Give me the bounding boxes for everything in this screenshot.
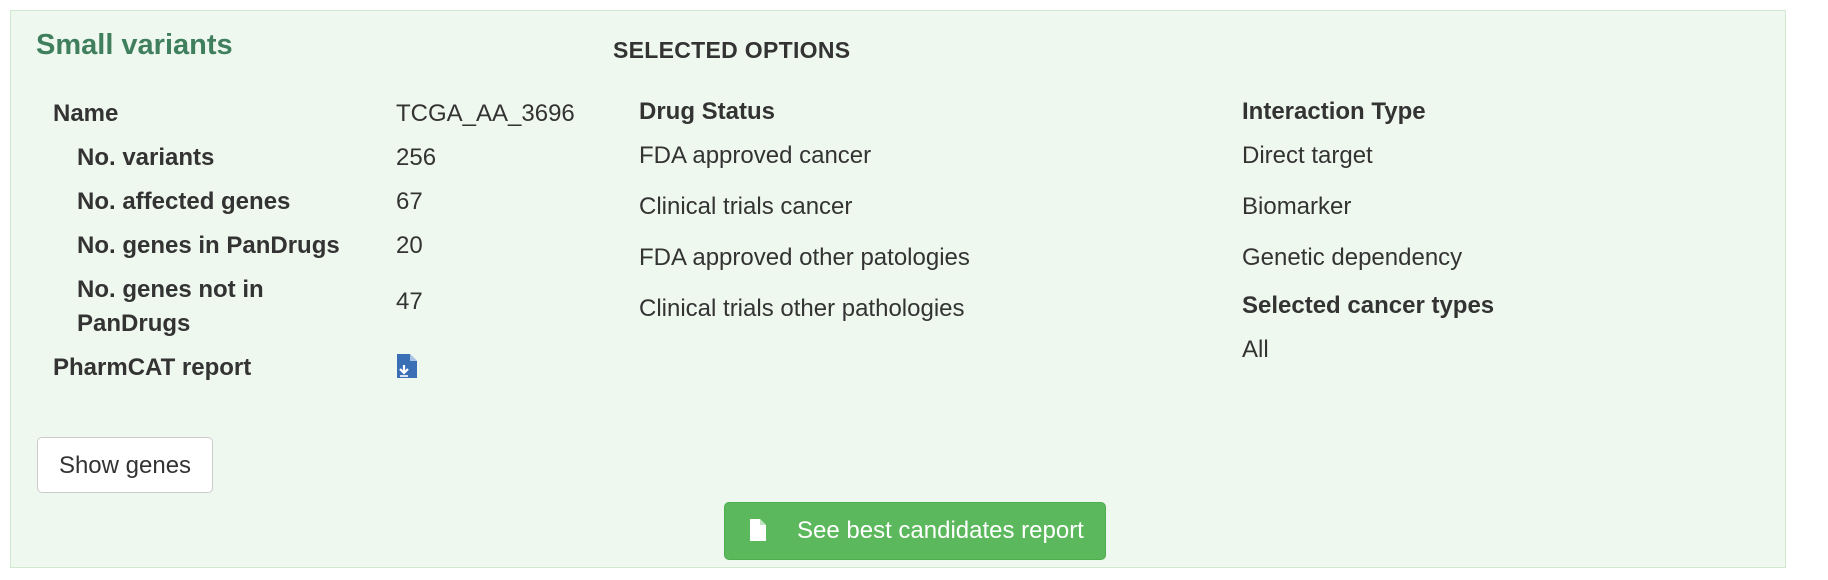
genes-not-in-pandrugs-label: No. genes not in PanDrugs xyxy=(77,276,264,337)
genes-in-pandrugs-value: 20 xyxy=(396,232,423,259)
variants-label: No. variants xyxy=(77,144,215,171)
drug-status-column: Drug Status FDA approved cancer Clinical… xyxy=(639,95,970,326)
small-variants-panel: Small variants Name TCGA_AA_3696 No. var… xyxy=(10,10,1786,568)
drug-status-item: FDA approved other patologies xyxy=(639,244,970,271)
interaction-type-item: Genetic dependency xyxy=(1242,244,1463,271)
drug-status-item: FDA approved cancer xyxy=(639,142,872,169)
interaction-type-item: Biomarker xyxy=(1242,193,1352,220)
variants-value: 256 xyxy=(396,144,437,171)
pdf-download-icon[interactable] xyxy=(396,353,418,379)
file-icon xyxy=(749,518,767,542)
affected-genes-value: 67 xyxy=(396,188,423,215)
interaction-type-header: Interaction Type xyxy=(1242,98,1426,125)
selected-options-title: SELECTED OPTIONS xyxy=(613,37,851,63)
affected-genes-label: No. affected genes xyxy=(77,188,291,215)
interaction-type-item: Direct target xyxy=(1242,142,1373,169)
drug-status-item: Clinical trials other pathologies xyxy=(639,295,965,322)
cancer-type-item: All xyxy=(1242,336,1269,363)
name-label: Name xyxy=(53,100,119,127)
pharmcat-label: PharmCAT report xyxy=(53,354,252,381)
best-candidates-report-button[interactable]: See best candidates report xyxy=(724,502,1106,560)
genes-not-in-pandrugs-value: 47 xyxy=(396,288,423,315)
interaction-type-column: Interaction Type Direct target Biomarker… xyxy=(1242,95,1494,367)
genes-in-pandrugs-label: No. genes in PanDrugs xyxy=(77,232,340,259)
drug-status-header: Drug Status xyxy=(639,98,776,125)
cancer-types-header: Selected cancer types xyxy=(1242,292,1495,319)
name-value: TCGA_AA_3696 xyxy=(396,100,575,127)
panel-title: Small variants xyxy=(36,29,233,61)
drug-status-item: Clinical trials cancer xyxy=(639,193,853,220)
show-genes-button[interactable]: Show genes xyxy=(37,437,213,493)
best-candidates-report-label: See best candidates report xyxy=(797,517,1084,544)
